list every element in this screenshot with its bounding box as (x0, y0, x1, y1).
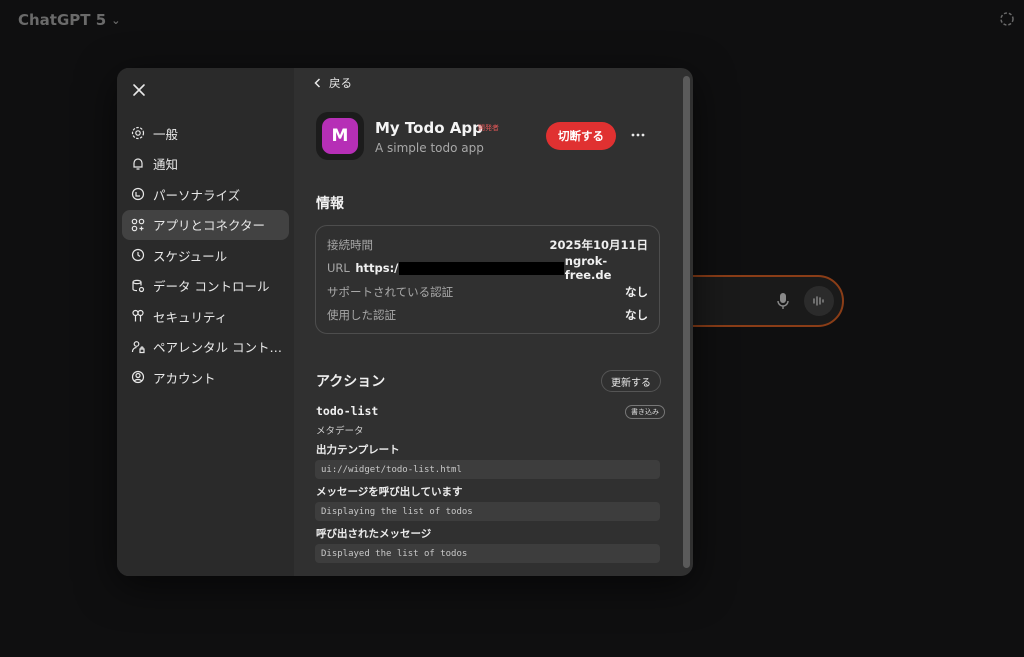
sidebar-item-parental-controls[interactable]: ペアレンタル コント… (122, 332, 289, 362)
write-badge: 書き込み (625, 405, 665, 419)
parental-icon (131, 340, 145, 353)
settings-modal: 一般 通知 パーソナライズ アプリとコネクター スケジュール データ コントロー… (117, 68, 693, 576)
update-button[interactable]: 更新する (601, 370, 661, 392)
info-section-title: 情報 (316, 196, 344, 212)
chevron-down-icon: ⌄ (111, 13, 121, 27)
info-row-url: URL https:/ ngrok-free.de (327, 254, 648, 282)
gear-icon (131, 126, 145, 140)
url-value[interactable]: https:/ ngrok-free.de (355, 254, 648, 282)
settings-nav: 一般 通知 パーソナライズ アプリとコネクター スケジュール データ コントロー… (122, 118, 289, 393)
waveform-icon (813, 296, 824, 306)
more-options-icon[interactable] (629, 126, 647, 144)
invoked-value: Displayed the list of todos (315, 544, 660, 563)
sidebar-item-general[interactable]: 一般 (122, 118, 289, 148)
disconnect-button[interactable]: 切断する (546, 122, 616, 150)
sidebar-item-label: ペアレンタル コント… (153, 340, 282, 355)
apps-icon (131, 218, 145, 231)
sidebar-item-notifications[interactable]: 通知 (122, 149, 289, 179)
metadata-label: メタデータ (316, 426, 364, 437)
sidebar-item-label: セキュリティ (153, 309, 228, 325)
sidebar-item-account[interactable]: アカウント (122, 362, 289, 392)
back-button[interactable]: 戻る (314, 75, 352, 91)
scrollbar[interactable] (683, 76, 690, 568)
info-row-connected: 接続時間 2025年10月11日 (327, 233, 648, 257)
account-icon (131, 370, 145, 384)
tool-name: todo-list (316, 404, 379, 418)
info-value: なし (625, 308, 648, 323)
sidebar-item-apps-connectors[interactable]: アプリとコネクター (122, 209, 289, 240)
model-selector[interactable]: ChatGPT 5 ⌄ (18, 11, 120, 29)
sidebar-item-personalize[interactable]: パーソナライズ (122, 179, 289, 209)
url-prefix: https:/ (355, 261, 399, 276)
sidebar-item-label: アカウント (153, 370, 216, 386)
app-description: A simple todo app (375, 141, 484, 155)
sidebar-item-label: スケジュール (153, 248, 228, 264)
developer-badge: 開発者 (478, 124, 499, 132)
invoking-value: Displaying the list of todos (315, 502, 660, 521)
chevron-left-icon (314, 78, 321, 88)
info-label: URL (327, 261, 350, 276)
app-name: My Todo App (375, 119, 483, 137)
info-value: なし (625, 284, 648, 299)
app-icon-frame: M (316, 112, 364, 160)
actions-section-title: アクション (316, 374, 386, 390)
redaction-bar (399, 261, 564, 275)
sidebar-item-label: 通知 (153, 157, 179, 172)
output-template-label: 出力テンプレート (316, 444, 400, 456)
sidebar-item-data-controls[interactable]: データ コントロール (122, 271, 289, 301)
clock-icon (131, 248, 145, 262)
app-detail-panel: 戻る M My Todo App 開発者 A simple todo app 切… (294, 68, 693, 576)
info-label: サポートされている認証 (327, 284, 454, 299)
info-row-supported-auth: サポートされている認証 なし (327, 280, 648, 304)
sidebar-item-label: 一般 (153, 126, 179, 142)
personalize-icon (131, 187, 145, 201)
temporary-chat-icon[interactable] (999, 11, 1015, 27)
app-icon: M (322, 118, 358, 154)
info-label: 接続時間 (327, 237, 373, 252)
close-icon[interactable] (131, 82, 147, 98)
info-value: 2025年10月11日 (549, 237, 648, 252)
sidebar-item-label: データ コントロール (153, 279, 270, 294)
sidebar-item-schedule[interactable]: スケジュール (122, 240, 289, 270)
settings-sidebar: 一般 通知 パーソナライズ アプリとコネクター スケジュール データ コントロー… (117, 68, 294, 576)
security-icon (132, 309, 144, 322)
voice-mode-button[interactable] (804, 286, 834, 316)
back-label: 戻る (329, 76, 352, 90)
output-template-value: ui://widget/todo-list.html (315, 460, 660, 479)
url-suffix: ngrok-free.de (564, 254, 612, 283)
microphone-icon[interactable] (776, 292, 790, 310)
sidebar-item-label: パーソナライズ (153, 187, 241, 203)
info-label: 使用した認証 (327, 308, 396, 323)
sidebar-item-security[interactable]: セキュリティ (122, 301, 289, 331)
invoked-label: 呼び出されたメッセージ (316, 528, 432, 540)
info-card: 接続時間 2025年10月11日 URL https:/ ngrok-free.… (315, 225, 660, 334)
app-header: M My Todo App 開発者 A simple todo app 切断する (316, 112, 660, 162)
sidebar-item-label: アプリとコネクター (153, 218, 266, 233)
info-row-used-auth: 使用した認証 なし (327, 304, 648, 328)
bell-icon (133, 157, 143, 170)
model-name: ChatGPT 5 (18, 11, 107, 29)
database-icon (132, 279, 145, 292)
invoking-label: メッセージを呼び出しています (316, 486, 463, 498)
